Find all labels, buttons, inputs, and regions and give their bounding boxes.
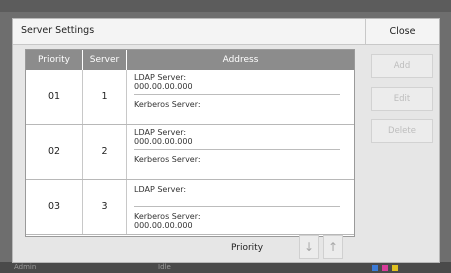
row-priority: 03 [47, 201, 61, 212]
column-divider [126, 180, 127, 234]
ldap-value: 000.00.00.000 [134, 137, 193, 146]
kerberos-label: Kerberos Server: [134, 212, 201, 221]
server-table: Priority Server Address 01 1 LDAP Server… [25, 49, 355, 237]
row-priority: 01 [47, 91, 61, 102]
column-divider [126, 70, 127, 124]
dialog-title: Server Settings [21, 25, 95, 36]
table-header: Priority Server Address [26, 50, 354, 70]
delete-button[interactable]: Delete [371, 119, 433, 143]
arrow-up-icon: ↑ [327, 240, 339, 254]
kerberos-label: Kerberos Server: [134, 100, 201, 109]
kerberos-label: Kerberos Server: [134, 155, 201, 164]
header-server: Server [89, 55, 120, 65]
toner-cyan-indicator [372, 265, 378, 271]
header-address: Address [222, 55, 259, 65]
toner-yellow-indicator [392, 265, 398, 271]
backdrop-user-text: Admin [14, 263, 37, 271]
address-divider [134, 206, 340, 207]
priority-up-button[interactable]: ↑ [323, 235, 343, 259]
row-server: 3 [101, 201, 108, 212]
ldap-label: LDAP Server: [134, 185, 187, 194]
edit-button[interactable]: Edit [371, 87, 433, 111]
close-button[interactable]: Close [365, 19, 439, 44]
backdrop-top-bar [0, 0, 451, 12]
ldap-label: LDAP Server: [134, 73, 187, 82]
table-row[interactable]: 01 1 LDAP Server: 000.00.00.000 Kerberos… [26, 70, 354, 125]
toner-magenta-indicator [382, 265, 388, 271]
address-divider [134, 94, 340, 95]
address-divider [134, 149, 340, 150]
ldap-label: LDAP Server: [134, 128, 187, 137]
arrow-down-icon: ↓ [303, 240, 315, 254]
ldap-value: 000.00.00.000 [134, 82, 193, 91]
table-row[interactable]: 03 3 LDAP Server: Kerberos Server: 000.0… [26, 180, 354, 235]
priority-label: Priority [231, 243, 264, 253]
backdrop-status-text: Idle [158, 263, 171, 271]
server-settings-dialog: Server Settings Close Priority Server Ad… [12, 18, 440, 263]
row-server: 2 [101, 146, 108, 157]
row-server: 1 [101, 91, 108, 102]
header-priority: Priority [37, 55, 71, 65]
add-button[interactable]: Add [371, 54, 433, 78]
dialog-titlebar: Server Settings Close [13, 19, 439, 45]
column-divider [126, 125, 127, 179]
priority-down-button[interactable]: ↓ [299, 235, 319, 259]
kerberos-value: 000.00.00.000 [134, 221, 193, 230]
row-priority: 02 [47, 146, 61, 157]
table-row[interactable]: 02 2 LDAP Server: 000.00.00.000 Kerberos… [26, 125, 354, 180]
